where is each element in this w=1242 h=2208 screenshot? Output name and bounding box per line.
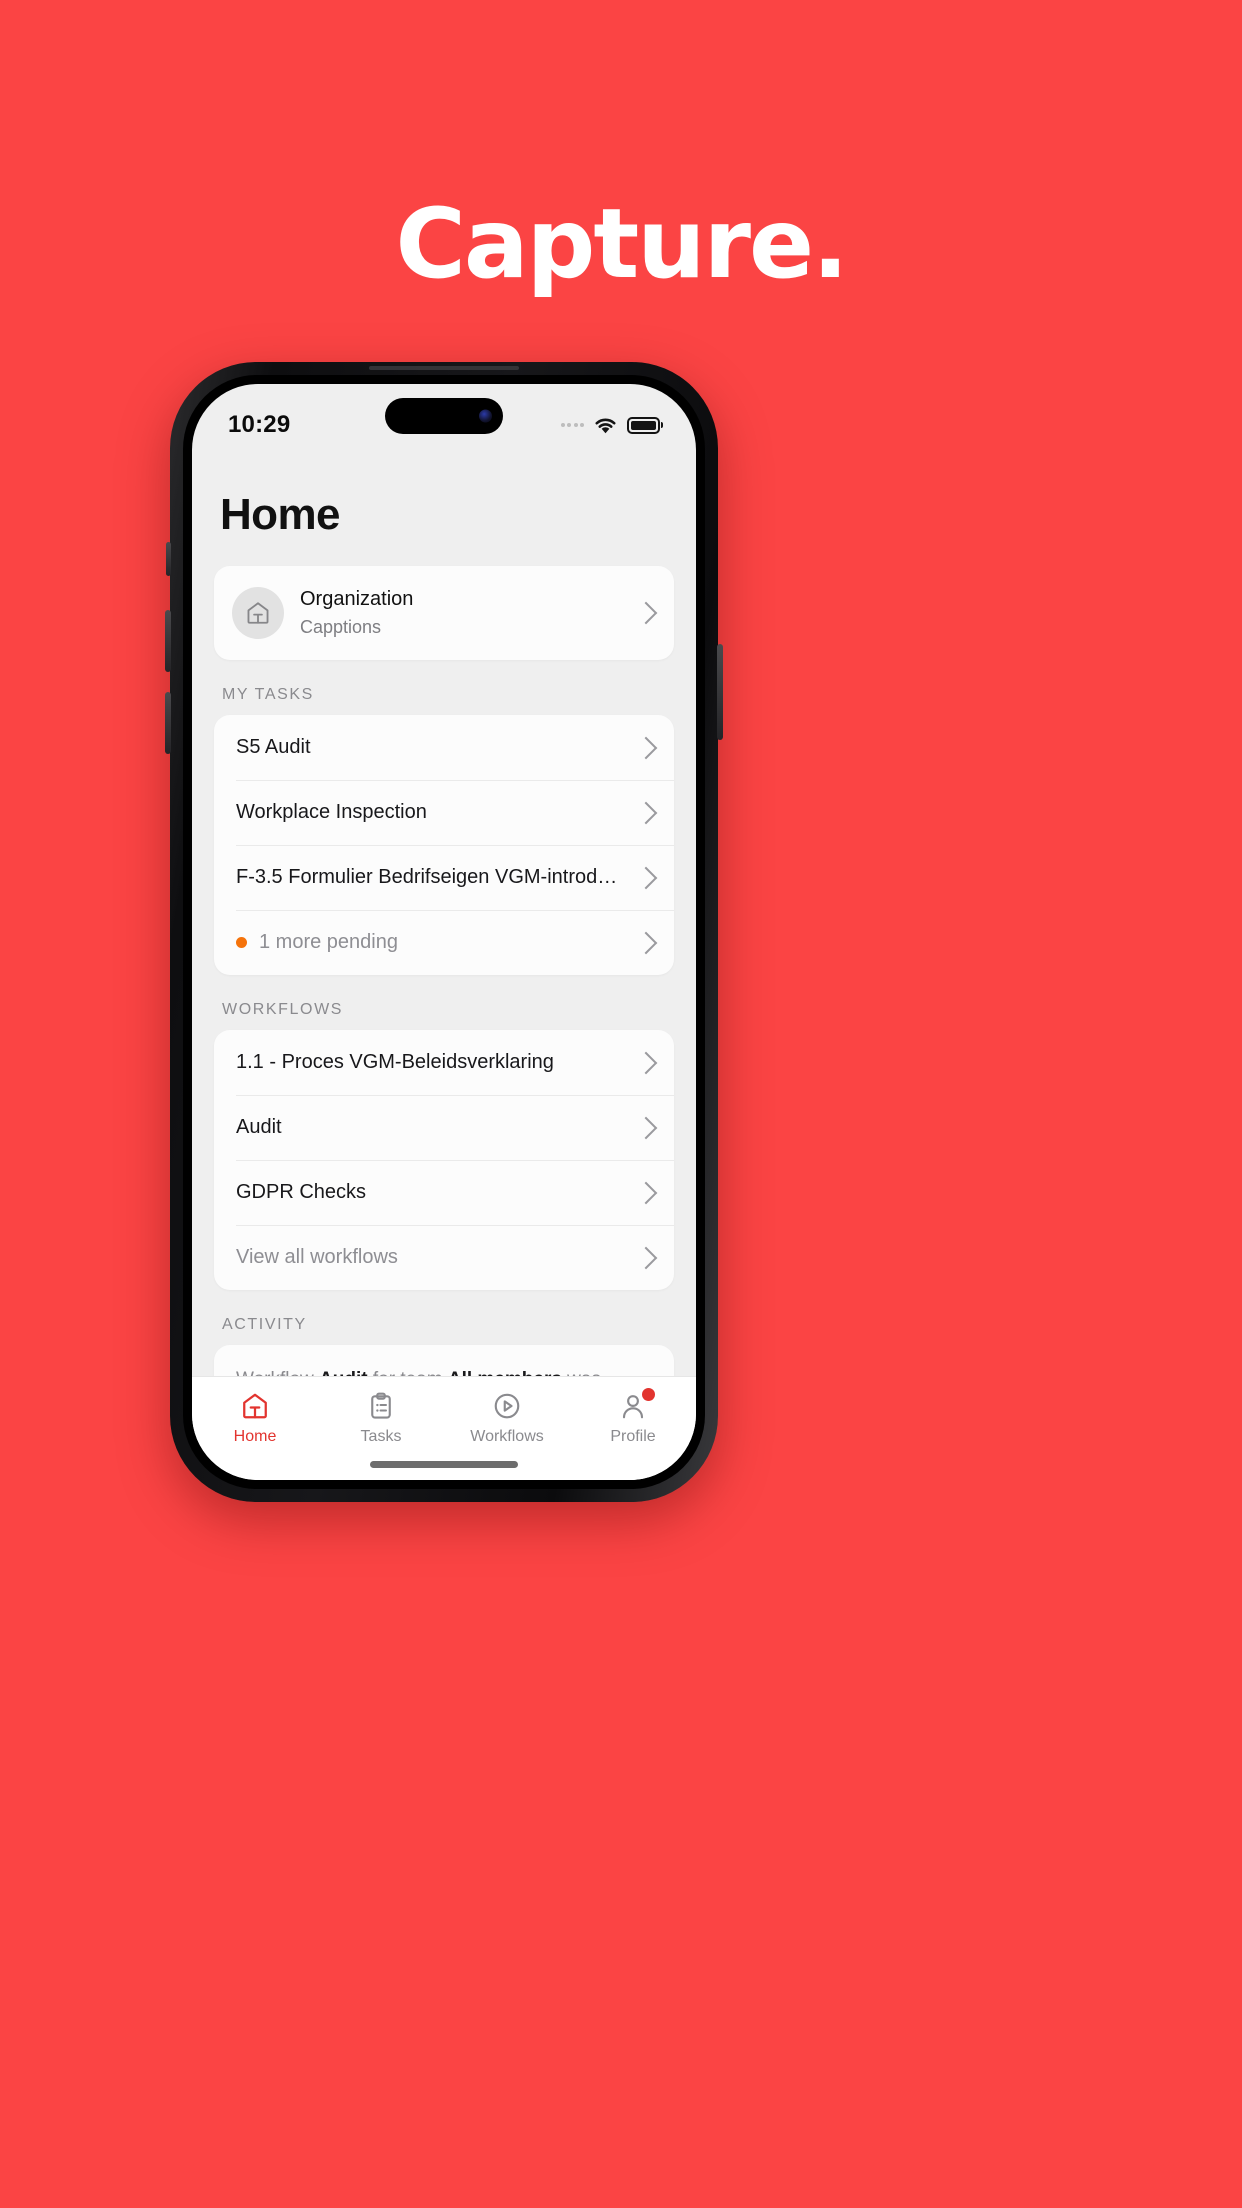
task-row[interactable]: F-3.5 Formulier Bedrifseigen VGM-introd… [214,845,674,910]
pending-dot-icon [236,937,247,949]
workflow-row[interactable]: 1.1 - Proces VGM-Beleidsverklaring [214,1030,674,1095]
task-row[interactable]: Workplace Inspection [214,780,674,845]
activity-card[interactable]: Workflow Audit for team All members was … [214,1345,674,1376]
home-indicator[interactable] [370,1461,518,1468]
task-row-more-pending[interactable]: 1 more pending [214,910,674,975]
chevron-right-icon [634,601,658,625]
status-bar: 10:29 [192,384,696,448]
signal-dots-icon [560,423,584,427]
organization-row[interactable]: Organization Capptions [214,566,674,660]
clipboard-icon [366,1391,396,1421]
status-time: 10:29 [228,411,291,438]
activity-prefix: Workflow [236,1369,319,1376]
activity-workflow-name: Audit [319,1369,368,1376]
task-row[interactable]: S5 Audit [214,715,674,780]
status-indicators [560,416,660,435]
chevron-right-icon [634,1246,658,1270]
volume-down-button[interactable] [165,692,171,754]
section-label-workflows: WORKFLOWS [222,1001,344,1019]
task-label: F-3.5 Formulier Bedrifseigen VGM-introd… [236,866,618,889]
chevron-right-icon [634,931,658,955]
task-label: 1 more pending [259,931,398,954]
phone-bezel: 10:29 Home Organization Capptions MY TAS… [183,375,705,1489]
phone-screen: 10:29 Home Organization Capptions MY TAS… [192,384,696,1480]
home-outline-icon [247,602,269,624]
workflow-label: GDPR Checks [236,1181,367,1204]
workflows-card: 1.1 - Proces VGM-Beleidsverklaring Audit… [214,1030,674,1291]
tab-bar: Home Tasks Workflows Profile [192,1376,696,1480]
organization-card[interactable]: Organization Capptions [214,566,674,661]
organization-avatar [232,587,284,640]
my-tasks-card: S5 Audit Workplace Inspection F-3.5 Form… [214,715,674,976]
workflow-label: 1.1 - Proces VGM-Beleidsverklaring [236,1051,554,1074]
organization-name: Capptions [300,617,382,637]
chevron-right-icon [634,801,658,825]
dynamic-island [385,398,503,434]
organization-title: Organization [300,588,414,610]
section-label-activity: ACTIVITY [222,1316,307,1334]
page-title: Home [220,490,340,539]
activity-middle: for team [368,1369,448,1376]
workflow-label: Audit [236,1116,282,1139]
activity-entry: Workflow Audit for team All members was … [236,1365,652,1376]
app-content: Home Organization Capptions MY TASKS S5 … [192,448,696,1480]
earpiece-speaker [369,366,519,370]
chevron-right-icon [634,1116,658,1140]
section-label-my-tasks: MY TASKS [222,686,314,704]
volume-up-button[interactable] [165,610,171,672]
home-icon [240,1391,270,1421]
organization-text: Organization Capptions [300,586,612,640]
phone-frame: 10:29 Home Organization Capptions MY TAS… [165,362,723,1502]
chevron-right-icon [634,736,658,760]
power-button[interactable] [717,644,723,740]
task-label: S5 Audit [236,736,311,759]
chevron-right-icon [634,1181,658,1205]
tab-label: Profile [610,1428,656,1445]
tab-profile[interactable]: Profile [570,1388,696,1446]
battery-icon [627,416,660,434]
silent-switch[interactable] [166,542,171,576]
task-label: Workplace Inspection [236,801,427,824]
tab-home[interactable]: Home [192,1391,318,1446]
workflow-row[interactable]: GDPR Checks [214,1160,674,1225]
front-camera [479,409,492,423]
hero-title: Capture. [395,188,848,300]
wifi-icon [595,418,616,433]
workflow-label: View all workflows [236,1246,398,1269]
tab-label: Tasks [360,1428,402,1445]
activity-team-name: All members [448,1369,562,1376]
tab-label: Workflows [470,1428,544,1445]
chevron-right-icon [634,866,658,890]
tab-tasks[interactable]: Tasks [318,1391,444,1446]
play-circle-icon [492,1391,522,1421]
tab-label: Home [233,1428,277,1445]
view-all-workflows-row[interactable]: View all workflows [214,1225,674,1290]
chevron-right-icon [634,1051,658,1075]
workflow-row[interactable]: Audit [214,1095,674,1160]
tab-workflows[interactable]: Workflows [444,1391,570,1446]
person-icon [618,1391,648,1421]
scroll-area[interactable]: Home Organization Capptions MY TASKS S5 … [192,448,696,1376]
